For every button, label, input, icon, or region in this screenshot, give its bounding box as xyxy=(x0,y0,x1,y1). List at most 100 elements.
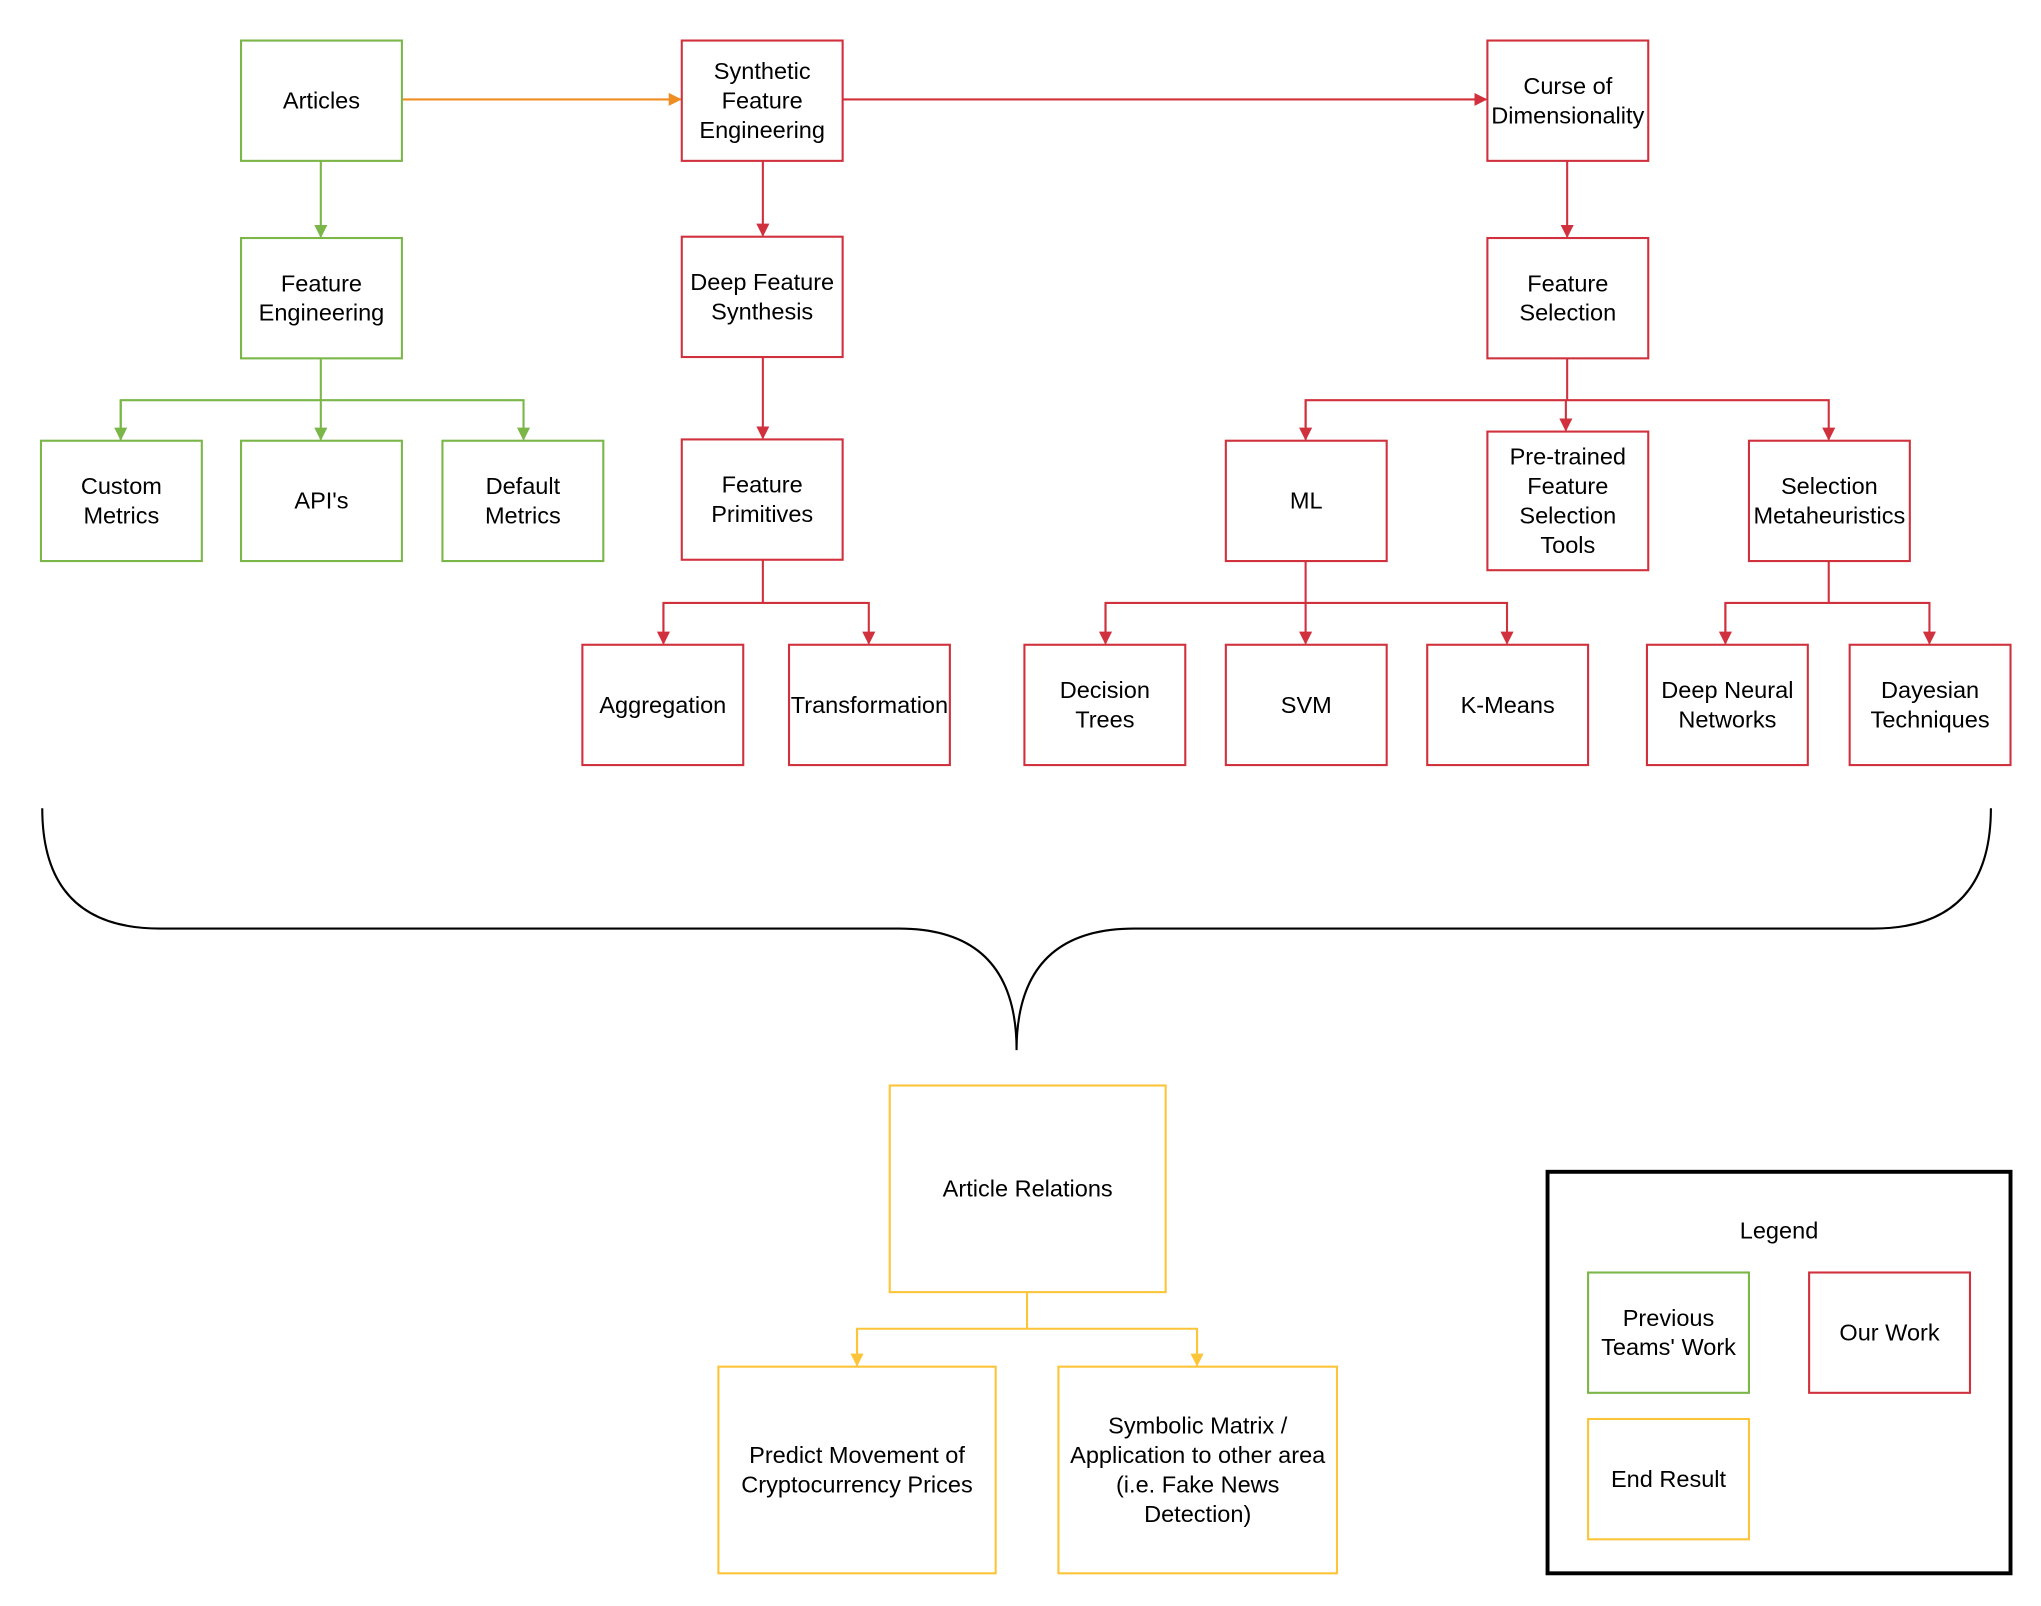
label-line: Predict Movement of xyxy=(749,1442,965,1468)
legend-title: Legend xyxy=(1740,1218,1819,1244)
label-line: Synthetic xyxy=(714,58,811,84)
node-deep-neural-networks-box xyxy=(1645,643,1809,767)
node-decision-trees-box xyxy=(1023,643,1187,767)
label-line: Engineering xyxy=(259,300,385,326)
node-articles[interactable]: Articles xyxy=(239,39,403,162)
node-selection-metaheuristics-box xyxy=(1747,439,1911,563)
node-k-means-label: K-Means xyxy=(1461,692,1555,718)
node-pretrained-tools[interactable]: Pre-trained Feature Selection Tools xyxy=(1486,430,1650,572)
label-line: Teams' Work xyxy=(1601,1334,1736,1360)
label-line: Feature xyxy=(1527,473,1608,499)
connector xyxy=(855,1327,1204,1367)
legend: Legend Previous Teams' Work Our Work End Re… xyxy=(1545,1169,2013,1576)
label-line: SVM xyxy=(1281,692,1332,718)
node-symbolic-matrix-box xyxy=(1057,1365,1339,1575)
node-feature-primitives[interactable]: Feature Primitives xyxy=(680,438,844,561)
label-line: Metrics xyxy=(83,502,159,528)
node-feature-engineering[interactable]: Feature Engineering xyxy=(239,236,403,360)
label-line: End Result xyxy=(1611,1466,1727,1492)
label-line: Engineering xyxy=(699,117,825,143)
node-feature-selection[interactable]: Feature Selection xyxy=(1486,236,1650,360)
legend-item-0-box xyxy=(1587,1271,1751,1394)
label-line: Aggregation xyxy=(599,692,726,718)
label-line: Decision xyxy=(1060,677,1150,703)
node-dayesian-techniques[interactable]: Dayesian Techniques xyxy=(1848,643,2012,767)
legend-item-1[interactable]: Our Work xyxy=(1808,1271,1972,1394)
node-feature-selection-box xyxy=(1486,236,1650,360)
label-line: Default xyxy=(486,473,561,499)
label-line: Previous xyxy=(1623,1305,1715,1331)
label-line: Trees xyxy=(1075,706,1134,732)
node-deep-feature-synthesis[interactable]: Deep Feature Synthesis xyxy=(680,235,844,359)
diagram-canvas: Articles Synthetic Feature Engineering Curse… xyxy=(39,39,2013,1576)
node-curse-of-dimensionality-box xyxy=(1486,39,1650,162)
node-feature-engineering-box xyxy=(239,236,403,360)
label-line: Article Relations xyxy=(943,1176,1113,1202)
label-line: Synthesis xyxy=(711,298,813,324)
curly-brace xyxy=(41,808,1992,1051)
node-deep-feature-synthesis-box xyxy=(680,235,844,359)
label-line: (i.e. Fake News xyxy=(1116,1472,1279,1498)
label-line: Feature xyxy=(1527,270,1608,296)
label-line: Dimensionality xyxy=(1491,102,1644,128)
connector xyxy=(1724,601,1936,645)
label-line: Primitives xyxy=(711,501,813,527)
label-line: Tools xyxy=(1540,532,1595,558)
label-line: Application to other area xyxy=(1070,1442,1326,1468)
node-svm[interactable]: SVM xyxy=(1224,643,1388,767)
label-line: ML xyxy=(1290,488,1323,514)
connector xyxy=(119,399,531,441)
node-article-relations[interactable]: Article Relations xyxy=(888,1084,1167,1294)
node-predict-movement[interactable]: Predict Movement of Cryptocurrency Prices xyxy=(717,1365,997,1575)
node-transformation[interactable]: Transformation xyxy=(787,643,951,767)
legend-item-0[interactable]: Previous Teams' Work xyxy=(1587,1271,1751,1394)
label-line: Feature xyxy=(722,472,803,498)
node-ml[interactable]: ML xyxy=(1224,439,1388,563)
node-aggregation[interactable]: Aggregation xyxy=(581,643,745,767)
node-k-means[interactable]: K-Means xyxy=(1426,643,1590,767)
node-article-relations-label: Article Relations xyxy=(943,1176,1113,1202)
label-line: Our Work xyxy=(1839,1320,1939,1346)
label-line: K-Means xyxy=(1461,692,1555,718)
node-apis-label: API's xyxy=(294,488,348,514)
label-line: Transformation xyxy=(791,692,948,718)
node-articles-label: Articles xyxy=(283,88,360,114)
label-line: Selection xyxy=(1781,473,1878,499)
node-default-metrics-box xyxy=(441,439,605,563)
node-selection-metaheuristics[interactable]: Selection Metaheuristics xyxy=(1747,439,1911,563)
label-line: Feature xyxy=(281,270,362,296)
label-line: Selection xyxy=(1519,502,1616,528)
label-line: Cryptocurrency Prices xyxy=(741,1472,972,1498)
label-line: Techniques xyxy=(1871,706,1990,732)
node-dayesian-techniques-box xyxy=(1848,643,2012,767)
label-line: Selection xyxy=(1519,300,1616,326)
label-line: Pre-trained xyxy=(1510,444,1626,470)
label-line: Dayesian xyxy=(1881,677,1979,703)
node-transformation-label: Transformation xyxy=(791,692,948,718)
node-svm-label: SVM xyxy=(1281,692,1332,718)
node-ml-label: ML xyxy=(1290,488,1323,514)
label-line: Deep Neural xyxy=(1661,677,1793,703)
legend-item-2[interactable]: End Result xyxy=(1587,1417,1751,1541)
node-default-metrics[interactable]: Default Metrics xyxy=(441,439,605,563)
node-feature-primitives-box xyxy=(680,438,844,561)
node-deep-neural-networks[interactable]: Deep Neural Networks xyxy=(1645,643,1809,767)
node-decision-trees[interactable]: Decision Trees xyxy=(1023,643,1187,767)
label-line: Curse of xyxy=(1523,73,1612,99)
node-synthetic-feature-engineering[interactable]: Synthetic Feature Engineering xyxy=(680,39,844,162)
node-custom-metrics[interactable]: Custom Metrics xyxy=(39,439,203,563)
label-line: Custom xyxy=(81,473,162,499)
label-line: Detection) xyxy=(1144,1501,1251,1527)
legend-item-1-label: Our Work xyxy=(1839,1320,1939,1346)
node-custom-metrics-box xyxy=(39,439,203,563)
node-curse-of-dimensionality[interactable]: Curse of Dimensionality xyxy=(1486,39,1650,162)
node-symbolic-matrix[interactable]: Symbolic Matrix / Application to other ar… xyxy=(1057,1365,1339,1575)
label-line: Deep Feature xyxy=(690,269,834,295)
node-apis[interactable]: API's xyxy=(239,439,403,563)
node-aggregation-label: Aggregation xyxy=(599,692,726,718)
node-predict-movement-box xyxy=(717,1365,997,1575)
label-line: Metrics xyxy=(485,502,561,528)
label-line: Articles xyxy=(283,88,360,114)
legend-item-2-label: End Result xyxy=(1611,1466,1727,1492)
label-line: Feature xyxy=(722,88,803,114)
